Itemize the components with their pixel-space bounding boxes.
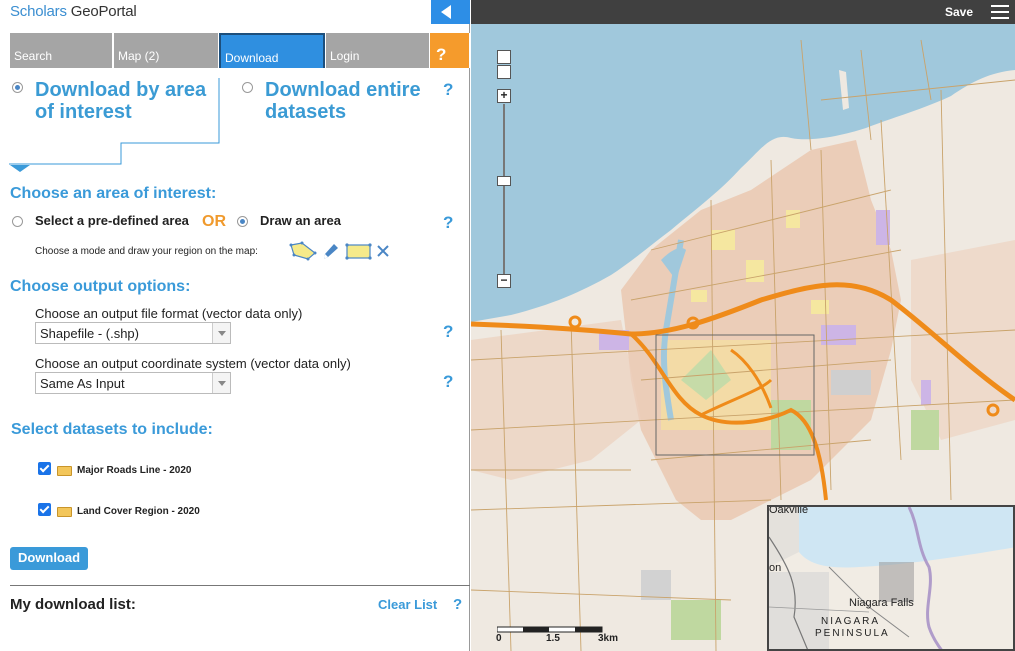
logo-text-portal: Portal (98, 3, 137, 20)
format-select[interactable]: Shapefile - (.shp) (35, 322, 231, 344)
divider (10, 585, 470, 586)
tab-login[interactable]: Login (326, 33, 430, 68)
map-view[interactable]: Save + − 0 1.5 3km Oakville on Niagara F… (471, 0, 1015, 651)
hamburger-menu-icon[interactable] (991, 4, 1009, 20)
help-download-list-icon[interactable]: ? (453, 596, 462, 613)
overview-map[interactable]: Oakville on Niagara Falls NIAGARA PENINS… (767, 505, 1015, 651)
zoom-in-button[interactable]: + (497, 89, 511, 103)
tab-search[interactable]: Search (10, 33, 113, 68)
folder-icon (57, 466, 72, 476)
crs-label: Choose an output coordinate system (vect… (35, 356, 351, 371)
area-heading: Choose an area of interest: (10, 185, 217, 202)
map-toolbar: Save (471, 0, 1015, 24)
tab-login-label: Login (330, 49, 360, 63)
inset-label-oakville: Oakville (769, 505, 809, 516)
draw-polygon-icon[interactable] (288, 241, 318, 261)
tab-map[interactable]: Map (2) (114, 33, 219, 68)
clear-drawing-x-icon[interactable] (377, 245, 389, 257)
download-button[interactable]: Download (10, 547, 88, 570)
logo-text-geo: Geo (66, 3, 99, 20)
option-download-entire[interactable]: Download entire datasets (265, 79, 421, 123)
app-logo[interactable]: Scholars GeoPortal (10, 3, 137, 20)
help-crs-icon[interactable]: ? (443, 372, 453, 392)
format-select-value: Shapefile - (.shp) (40, 326, 139, 341)
tab-download[interactable]: Download (219, 33, 325, 68)
zoom-box-icon[interactable] (497, 50, 511, 64)
tab-download-label: Download (225, 51, 279, 65)
download-panel: Scholars GeoPortal Search Map (2) Downlo… (0, 0, 470, 651)
tab-map-label: Map (2) (118, 49, 160, 63)
or-label: OR (202, 213, 226, 230)
radio-download-entire[interactable] (242, 82, 253, 93)
inset-label-niagara-falls: Niagara Falls (849, 597, 914, 609)
zoom-out-button[interactable]: − (497, 274, 511, 288)
zoom-slider-handle[interactable] (497, 176, 511, 186)
radio-predefined-area[interactable] (12, 216, 23, 227)
draw-rectangle-icon[interactable] (345, 243, 373, 260)
radio-draw-area[interactable] (237, 216, 248, 227)
zoom-slider-track[interactable] (503, 104, 505, 274)
help-glyph: ? (436, 45, 447, 64)
dropdown-arrow-icon (212, 373, 230, 393)
download-list-title: My download list: (10, 596, 136, 613)
logo-text-scholars: Scholars (10, 3, 67, 20)
help-download-mode-icon[interactable]: ? (443, 80, 453, 100)
inset-label-on: on (769, 562, 782, 574)
predefined-area-label[interactable]: Select a pre-defined area (35, 213, 189, 228)
crs-select-value: Same As Input (40, 376, 125, 391)
dropdown-arrow-icon (212, 323, 230, 343)
format-label: Choose an output file format (vector dat… (35, 306, 303, 321)
dataset-label-landcover: Land Cover Region - 2020 (77, 506, 200, 517)
clear-list-link[interactable]: Clear List (378, 597, 437, 612)
chevron-left-icon (441, 5, 451, 19)
inset-label-peninsula-line1: NIAGARA (821, 616, 881, 627)
selected-option-indicator (9, 78, 220, 172)
tab-search-label: Search (14, 49, 53, 63)
inset-label-peninsula-line2: PENINSULA (815, 628, 890, 639)
help-area-icon[interactable]: ? (443, 213, 453, 233)
save-button[interactable]: Save (945, 5, 973, 19)
overview-map-canvas (769, 507, 1013, 649)
tab-bar: Search Map (2) Download Login ? (10, 33, 470, 68)
dataset-checkbox-roads[interactable] (38, 462, 51, 475)
option-entire-line2: datasets (265, 101, 347, 123)
output-heading: Choose output options: (10, 278, 191, 295)
scale-label-end: 3km (598, 633, 619, 644)
collapse-panel-button[interactable] (431, 0, 470, 24)
folder-icon (57, 507, 72, 517)
draw-freehand-pencil-icon[interactable] (321, 242, 339, 260)
draw-area-label[interactable]: Draw an area (260, 213, 341, 228)
dataset-label-roads: Major Roads Line - 2020 (77, 465, 192, 476)
datasets-heading: Select datasets to include: (11, 421, 213, 438)
draw-mode-prompt: Choose a mode and draw your region on th… (35, 246, 258, 257)
option-entire-line1: Download entire (265, 79, 421, 101)
dataset-checkbox-landcover[interactable] (38, 503, 51, 516)
scale-label-0: 0 (496, 633, 502, 644)
scale-label-mid: 1.5 (546, 633, 560, 644)
zoom-extent-icon[interactable] (497, 65, 511, 79)
tab-help[interactable]: ? (430, 33, 470, 68)
crs-select[interactable]: Same As Input (35, 372, 231, 394)
help-format-icon[interactable]: ? (443, 322, 453, 342)
